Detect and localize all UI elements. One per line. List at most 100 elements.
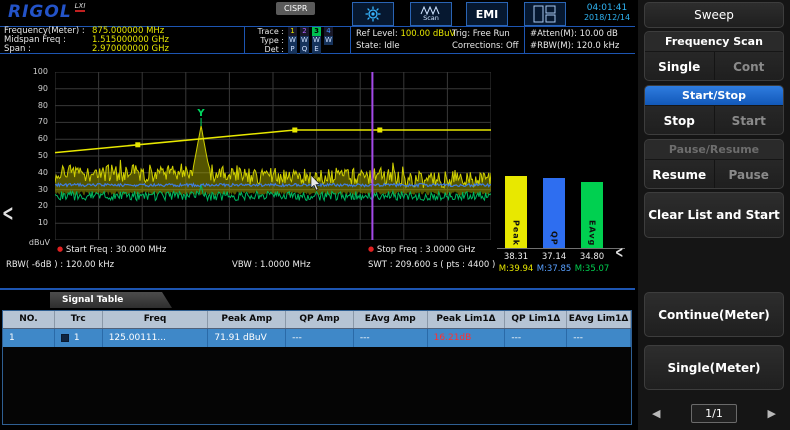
display-layout-button[interactable] [524, 2, 566, 26]
meter-bar-eavg: EAvg [581, 182, 603, 249]
type-3-chip: W [312, 36, 321, 45]
svg-text:Y: Y [196, 108, 205, 119]
meter-reading: 38.31 [496, 252, 536, 262]
column-header-1: NO. [3, 311, 55, 328]
start-button[interactable]: Start [714, 106, 784, 135]
start-stop-header: Start/Stop [645, 86, 783, 106]
column-header-2: Trc [55, 311, 103, 328]
ref-level-label: Ref Level: [356, 29, 398, 39]
cell-eavg_lim: --- [567, 329, 631, 347]
trace-1-chip[interactable]: 1 [288, 27, 297, 36]
cell-peak_amp: 71.91 dBuV [208, 329, 286, 347]
stop-freq-readout: ● Stop Freq : 3.0000 GHz [368, 245, 475, 255]
scan-button[interactable]: Scan [410, 2, 452, 26]
y-axis-tick: 20 [24, 201, 48, 211]
type-4-chip: W [324, 36, 333, 45]
spectrum-plot: Y [55, 72, 491, 240]
table-row[interactable]: 11125.00111...71.91 dBuV------16.21dB---… [3, 329, 631, 347]
y-axis-tick: 100 [24, 67, 48, 77]
table-empty-area [3, 347, 631, 424]
corrections-indicator: Corrections: Off [452, 41, 519, 51]
single-button[interactable]: Single [645, 52, 714, 81]
ref-level-value: 100.00 dBuV [400, 29, 455, 39]
start-freq-readout: ● Start Freq : 30.000 MHz [57, 245, 166, 255]
meter-max-reading: M:35.07 [572, 264, 612, 274]
trigger-indicator: Trig: Free Run [452, 29, 510, 39]
expand-left-panel-arrow[interactable]: < [2, 201, 14, 227]
meter-bar-peak: Peak [505, 176, 527, 248]
next-page-arrow[interactable]: ▶ [768, 407, 776, 420]
trace-3-chip[interactable]: 3 [312, 27, 321, 36]
type-1-chip: W [288, 36, 297, 45]
gear-icon [364, 5, 382, 23]
collapse-meters-arrow[interactable]: < [615, 245, 623, 263]
meter-max-reading: M:39.94 [496, 264, 536, 274]
time-display: 04:01:41 [578, 3, 636, 13]
red-marker-icon: ● [368, 245, 374, 253]
prev-page-arrow[interactable]: ◀ [652, 407, 660, 420]
pause-resume-header: Pause/Resume [645, 140, 783, 160]
trace-2-chip[interactable]: 2 [300, 27, 309, 36]
det-1-chip: P [288, 45, 297, 54]
brand-logo: RIGOLLXI [8, 2, 85, 22]
signal-table: NO.TrcFreqPeak AmpQP AmpEAvg AmpPeak Lim… [2, 310, 632, 425]
cell-text: 1 [74, 330, 80, 347]
menu-title-text: Sweep [694, 8, 734, 22]
det-3-chip: E [312, 45, 321, 54]
meter-bar-label: Peak [512, 220, 521, 246]
rbw-readout: RBW( -6dB ) : 120.00 kHz [6, 260, 114, 270]
menu-sidebar: Sweep Frequency Scan Single Cont Start/S… [638, 0, 790, 430]
meter-bar-qp: QP [543, 178, 565, 248]
meter-max-reading: M:37.85 [534, 264, 574, 274]
clock: 04:01:41 2018/12/14 [578, 3, 636, 23]
det-2-chip: Q [300, 45, 309, 54]
frequency-scan-group: Frequency Scan Single Cont [644, 31, 784, 81]
vbw-readout: VBW : 1.0000 MHz [232, 260, 311, 270]
stop-button[interactable]: Stop [645, 106, 714, 135]
page-indicator: 1/1 [691, 404, 737, 423]
y-axis-tick: 60 [24, 134, 48, 144]
red-marker-icon: ● [57, 245, 63, 253]
pause-resume-group: Pause/Resume Resume Pause [644, 139, 784, 189]
cell-peak_lim: 16.21dB [428, 329, 506, 347]
swt-readout: SWT : 209.600 s ( pts : 4400 ) [368, 260, 495, 270]
column-header-7: Peak Lim1Δ [428, 311, 506, 328]
state-indicator: State: Idle [356, 41, 400, 51]
system-settings-button[interactable] [352, 2, 394, 26]
column-header-9: EAvg Lim1Δ [567, 311, 631, 328]
cell-qp_amp: --- [286, 329, 354, 347]
date-display: 2018/12/14 [578, 13, 636, 23]
resume-button[interactable]: Resume [645, 160, 714, 189]
stop-freq-text: Stop Freq : 3.0000 GHz [377, 245, 475, 255]
emi-mode-button[interactable]: EMI [466, 2, 508, 26]
signal-table-tab[interactable]: Signal Table [50, 292, 172, 308]
ref-level: Ref Level: 100.00 dBuV [356, 29, 455, 39]
cell-no: 1 [3, 329, 55, 347]
trace-toggle-icon[interactable] [61, 334, 69, 342]
window-layout-icon [533, 5, 557, 23]
cont-button[interactable]: Cont [714, 52, 784, 81]
y-axis-tick: 30 [24, 185, 48, 195]
meter-info-block: Frequency(Meter) :875.000000 MHz Midspan… [4, 27, 169, 54]
span-label: Span : [4, 45, 92, 54]
menu-title: Sweep [644, 2, 784, 28]
y-axis: 100908070605040302010 [24, 72, 50, 250]
continue-meter-button[interactable]: Continue(Meter) [644, 292, 784, 337]
y-axis-tick: 90 [24, 84, 48, 94]
type-label: Type : [250, 36, 284, 45]
separator [244, 26, 245, 53]
cispr-badge: CISPR [276, 2, 315, 15]
y-axis-tick: 40 [24, 168, 48, 178]
trace-4-chip[interactable]: 4 [324, 27, 333, 36]
single-meter-button[interactable]: Single(Meter) [644, 345, 784, 390]
trace-info-block: Trace : 1 2 3 4 Type : W W W W Det : P Q… [250, 27, 336, 54]
y-axis-tick: 10 [24, 218, 48, 228]
clear-list-start-button[interactable]: Clear List and Start [644, 192, 784, 238]
scan-label: Scan [423, 15, 439, 22]
cell-freq: 125.00111... [103, 329, 209, 347]
pause-button[interactable]: Pause [714, 160, 784, 189]
lxi-badge: LXI [75, 2, 86, 12]
y-axis-tick: 50 [24, 151, 48, 161]
y-axis-tick: 70 [24, 117, 48, 127]
cell-eavg_amp: --- [354, 329, 428, 347]
